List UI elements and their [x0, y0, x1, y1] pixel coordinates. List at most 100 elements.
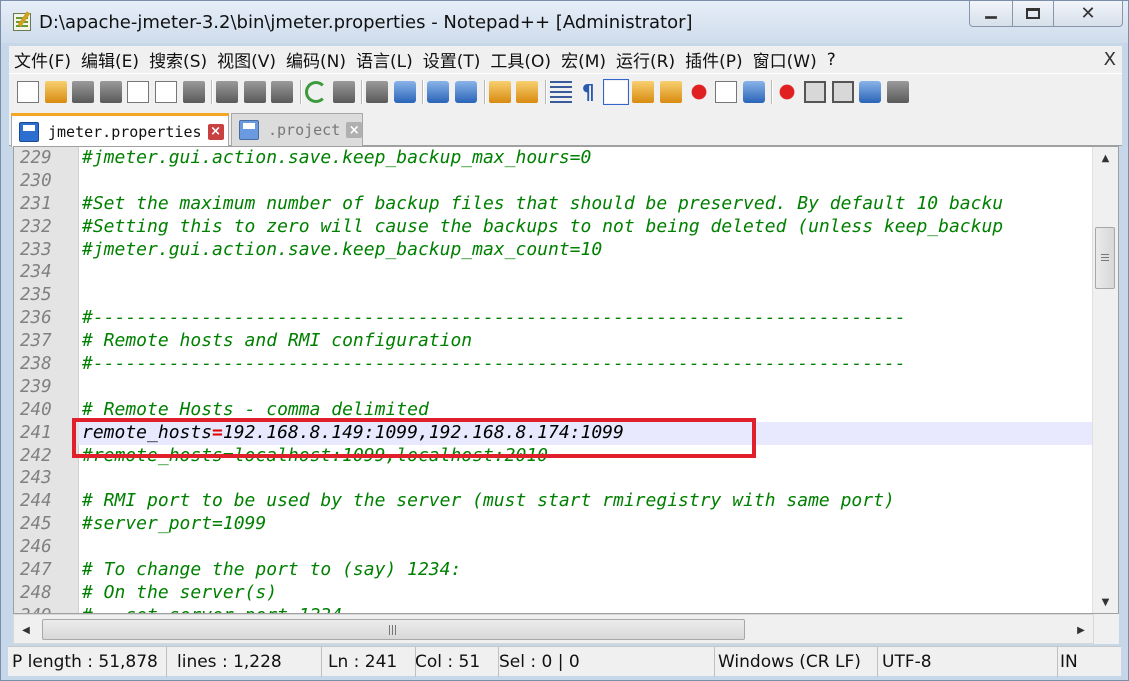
word-wrap-icon[interactable] — [549, 80, 572, 103]
menu-macro[interactable]: 宏(M) — [556, 47, 611, 72]
toolbar-separator — [299, 79, 301, 104]
menu-file[interactable]: 文件(F) — [9, 47, 76, 72]
horizontal-scrollbar[interactable]: ◀ ▶ — [13, 614, 1094, 644]
line-text: #Setting this to zero will cause the bac… — [82, 215, 1004, 237]
line-number: 235 — [20, 285, 52, 306]
close-document-button[interactable]: X — [1104, 49, 1116, 70]
redo-icon[interactable] — [332, 80, 355, 103]
show-all-chars-icon[interactable]: ¶ — [577, 81, 599, 103]
paste-icon[interactable] — [271, 80, 294, 103]
zoom-in-icon[interactable] — [427, 80, 450, 103]
toolbar-separator — [483, 79, 485, 104]
highlight-annotation-box — [72, 418, 756, 458]
code-line: 233 #jmeter.gui.action.save.keep_backup_m… — [14, 239, 1094, 262]
close-tab-icon[interactable]: × — [207, 123, 224, 140]
maximize-button[interactable] — [1012, 1, 1054, 27]
scroll-left-arrow-icon[interactable]: ◀ — [16, 620, 36, 640]
play-macro-icon[interactable] — [831, 80, 854, 103]
status-insert-mode: IN — [1060, 652, 1078, 672]
maximize-icon — [1026, 8, 1040, 19]
line-number: 236 — [20, 308, 52, 329]
toolbar-separator — [771, 79, 773, 104]
code-line: 249# - set server_port=1234 — [14, 605, 1094, 613]
zoom-out-icon[interactable] — [454, 80, 477, 103]
save-macro-icon[interactable] — [886, 80, 909, 103]
code-line: 234 — [14, 261, 1094, 284]
status-eol-format[interactable]: Windows (CR LF) — [714, 647, 878, 677]
close-icon[interactable] — [127, 80, 150, 103]
code-line: 247 # To change the port to (say) 1234: — [14, 559, 1094, 582]
line-number: 245 — [20, 514, 52, 535]
toolbar-separator — [544, 79, 546, 104]
scroll-right-arrow-icon[interactable]: ▶ — [1071, 620, 1091, 640]
undo-icon[interactable] — [304, 80, 327, 103]
code-line: 245 #server_port=1099 — [14, 513, 1094, 536]
status-selection: Sel : 0 | 0 — [495, 647, 715, 677]
replace-icon[interactable] — [393, 80, 416, 103]
line-number: 237 — [20, 331, 52, 352]
folder-workspace-icon[interactable] — [715, 80, 738, 103]
copy-icon[interactable] — [243, 80, 266, 103]
user-lang-icon[interactable] — [632, 80, 655, 103]
vertical-scroll-thumb[interactable] — [1095, 227, 1115, 289]
tab-jmeter-properties[interactable]: jmeter.properties × — [11, 113, 229, 147]
line-number: 249 — [14, 605, 79, 613]
monitor-icon[interactable] — [742, 80, 765, 103]
indent-guide-icon[interactable] — [602, 78, 629, 105]
close-icon: ✕ — [1080, 3, 1096, 24]
menu-encoding[interactable]: 编码(N) — [281, 47, 351, 72]
run-macro-multiple-icon[interactable] — [859, 80, 882, 103]
editor-area[interactable]: 229 #jmeter.gui.action.save.keep_backup_m… — [13, 146, 1119, 614]
record-macro-icon[interactable] — [776, 80, 799, 103]
save-icon — [239, 120, 259, 140]
menu-run[interactable]: 运行(R) — [611, 47, 680, 72]
tab-project[interactable]: .project × — [231, 113, 363, 146]
toolbar: ¶ — [9, 73, 1122, 109]
function-list-icon[interactable] — [687, 80, 710, 103]
stop-record-icon[interactable] — [804, 80, 827, 103]
sync-horizontal-icon[interactable] — [516, 80, 539, 103]
scroll-down-arrow-icon[interactable]: ▼ — [1093, 591, 1118, 613]
menu-view[interactable]: 视图(V) — [212, 47, 281, 72]
horizontal-scroll-thumb[interactable] — [42, 619, 745, 640]
menu-language[interactable]: 语言(L) — [351, 47, 418, 72]
find-icon[interactable] — [366, 80, 389, 103]
save-all-icon[interactable] — [99, 80, 122, 103]
status-encoding[interactable]: UTF-8 — [878, 647, 1058, 677]
line-number: 240 — [20, 399, 52, 420]
vertical-scrollbar[interactable]: ▲ ▼ — [1092, 147, 1118, 613]
toolbar-separator — [361, 79, 363, 104]
menu-settings[interactable]: 设置(T) — [418, 47, 486, 72]
line-number: 242 — [20, 445, 52, 466]
close-tab-icon[interactable]: × — [346, 122, 363, 138]
code-line: 236 #------------------------------------… — [14, 307, 1094, 330]
line-text: # Remote hosts and RMI configuration — [82, 330, 473, 352]
sync-vertical-icon[interactable] — [488, 80, 511, 103]
print-icon[interactable] — [182, 80, 205, 103]
line-number: 231 — [20, 193, 52, 214]
menu-window[interactable]: 窗口(W) — [748, 47, 822, 72]
line-number: 247 — [20, 560, 52, 581]
menu-search[interactable]: 搜索(S) — [144, 47, 212, 72]
save-icon — [19, 121, 39, 142]
menu-tools[interactable]: 工具(O) — [485, 47, 556, 72]
status-column: Col : 51 — [411, 647, 499, 677]
open-file-icon[interactable] — [44, 80, 67, 103]
close-window-button[interactable]: ✕ — [1053, 1, 1123, 27]
menu-edit[interactable]: 编辑(E) — [76, 47, 144, 72]
cut-icon[interactable] — [216, 80, 239, 103]
doc-map-icon[interactable] — [660, 80, 683, 103]
new-file-icon[interactable] — [17, 80, 39, 103]
menu-help[interactable]: ? — [822, 50, 841, 70]
save-icon[interactable] — [72, 80, 95, 103]
close-all-icon[interactable] — [154, 80, 177, 103]
code-line: 232 #Setting this to zero will cause the … — [14, 216, 1094, 239]
code-line: 237 # Remote hosts and RMI configuration — [14, 330, 1094, 353]
toolbar-separator — [422, 79, 424, 104]
menu-plugins[interactable]: 插件(P) — [680, 47, 748, 72]
line-number: 244 — [20, 491, 52, 512]
line-number: 238 — [20, 354, 52, 375]
line-text: #server_port=1099 — [82, 513, 267, 535]
minimize-button[interactable] — [969, 1, 1013, 27]
scroll-up-arrow-icon[interactable]: ▲ — [1093, 147, 1118, 169]
